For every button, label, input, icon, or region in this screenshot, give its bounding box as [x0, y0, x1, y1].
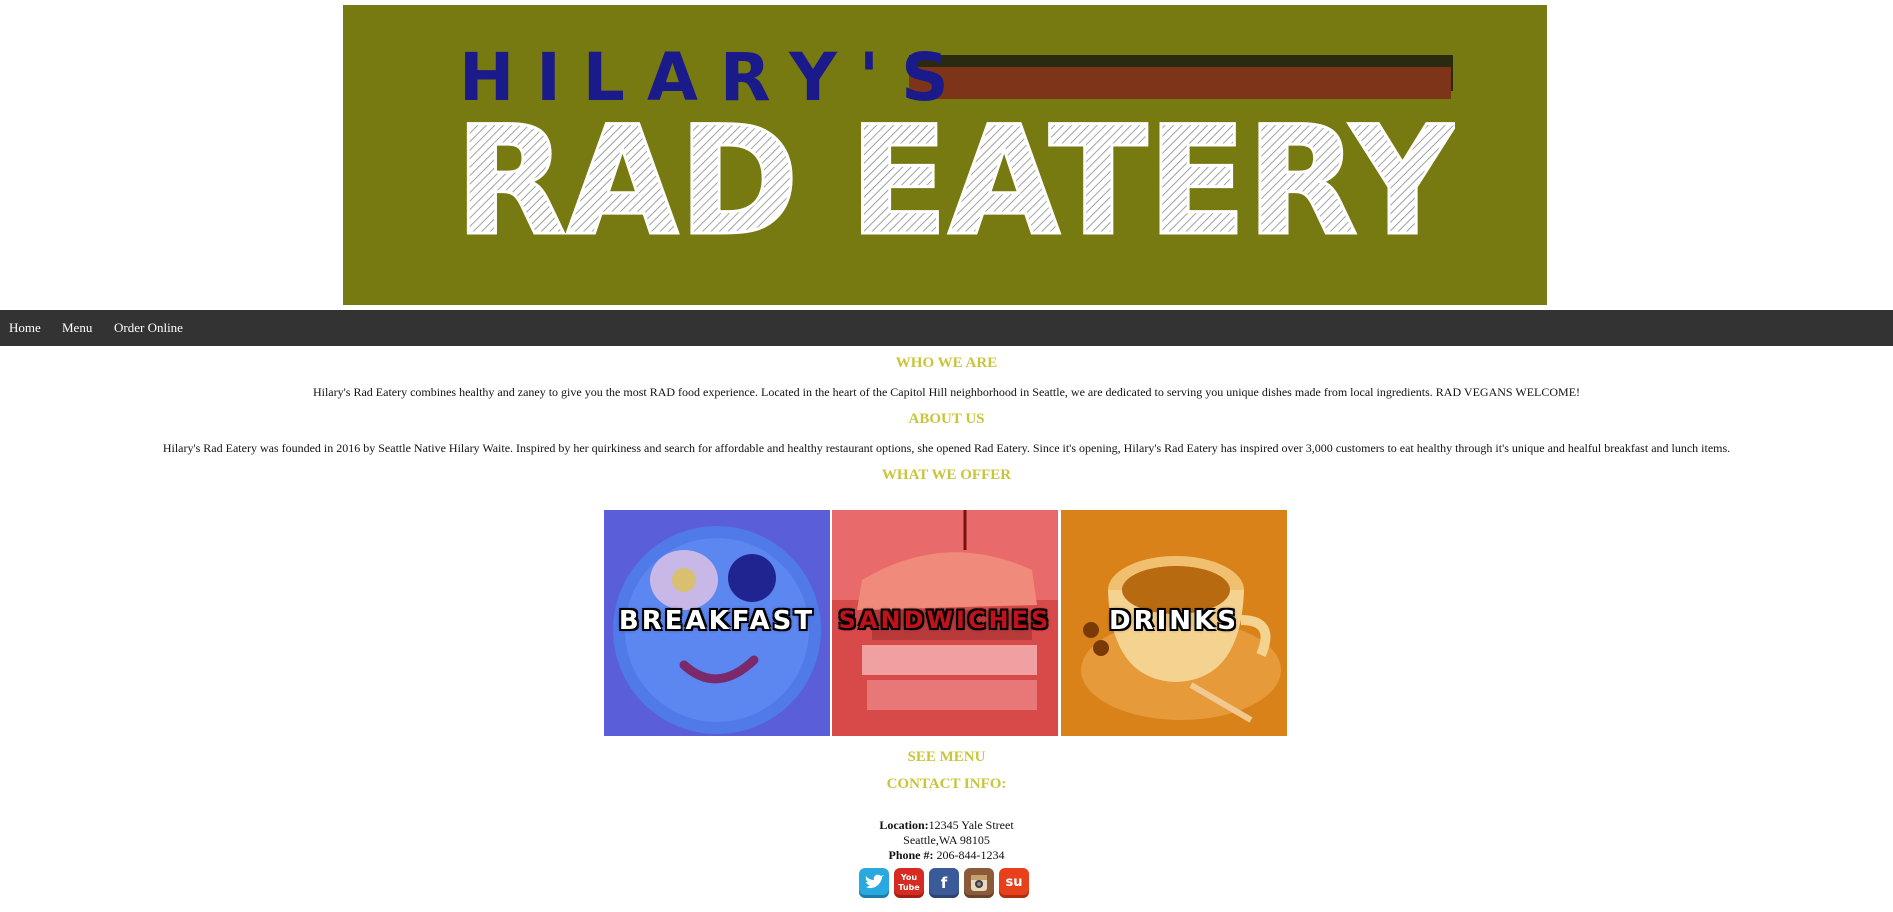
contact-phone: Phone #: 206-844-1234: [0, 848, 1893, 863]
what-we-offer-heading: WHAT WE OFFER: [881, 467, 1012, 483]
location-label: Location:: [879, 818, 929, 832]
sandwiches-label: SANDWICHES: [838, 606, 1052, 634]
brand-name-large: RAD EATERY: [455, 105, 1455, 255]
who-we-are-text: Hilary's Rad Eatery combines healthy and…: [312, 385, 1581, 399]
nav-home-link[interactable]: Home: [9, 320, 41, 336]
stumbleupon-icon[interactable]: su: [999, 868, 1029, 898]
breakfast-tile[interactable]: BREAKFAST: [604, 510, 830, 736]
header-banner: HILARY'S RAD EATERY: [343, 5, 1547, 305]
breakfast-label: BREAKFAST: [618, 606, 816, 636]
banner-red-stripe: [909, 67, 1451, 99]
drinks-tile[interactable]: DRINKS: [1061, 510, 1287, 736]
about-us-text: Hilary's Rad Eatery was founded in 2016 …: [162, 441, 1731, 455]
drinks-label: DRINKS: [1109, 606, 1239, 636]
sandwiches-tile[interactable]: SANDWICHES: [832, 510, 1058, 736]
who-we-are-heading: WHO WE ARE: [895, 355, 998, 371]
facebook-icon[interactable]: f: [929, 868, 959, 898]
contact-location: Location:12345 Yale Street: [0, 818, 1893, 833]
nav-order-online-link[interactable]: Order Online: [114, 320, 183, 336]
phone-number: 206-844-1234: [936, 848, 1005, 862]
location-line-1: 12345 Yale Street: [928, 818, 1014, 832]
nav-menu-link[interactable]: Menu: [62, 320, 92, 336]
contact-info-heading: CONTACT INFO:: [886, 776, 1007, 792]
see-menu-link[interactable]: SEE MENU: [0, 749, 1893, 766]
brand-name-small: HILARY'S: [459, 39, 971, 116]
main-nav: Home Menu Order Online: [0, 310, 1893, 346]
twitter-icon[interactable]: [859, 868, 889, 898]
svg-text:RAD EATERY: RAD EATERY: [455, 105, 1455, 255]
location-line-2: Seattle,WA 98105: [903, 833, 990, 847]
about-us-heading: ABOUT US: [908, 411, 985, 427]
youtube-icon[interactable]: You Tube: [894, 868, 924, 898]
instagram-icon[interactable]: [964, 868, 994, 898]
phone-label: Phone #:: [888, 848, 934, 862]
